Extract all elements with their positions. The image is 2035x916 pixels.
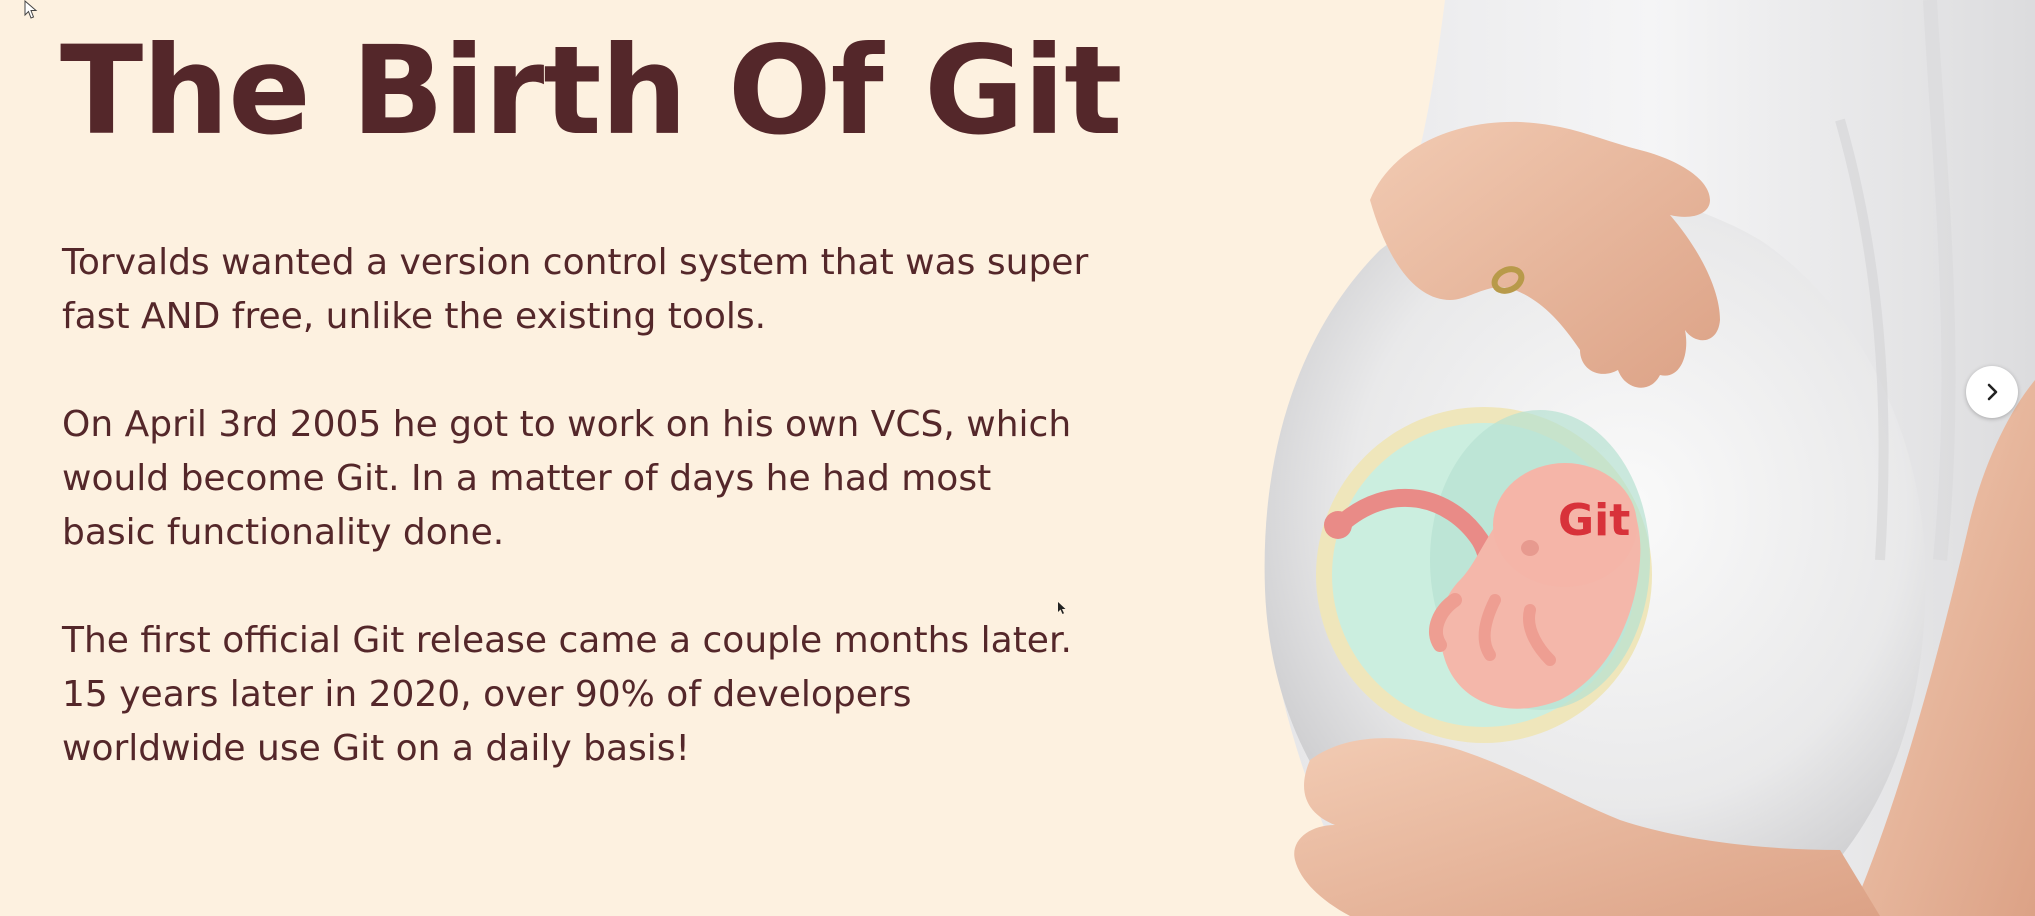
text-line: fast AND free, unlike the existing tools…: [62, 296, 767, 337]
text-line: The first official Git release came a co…: [62, 620, 1072, 661]
text-line: 15 years later in 2020, over 90% of deve…: [62, 674, 912, 715]
next-slide-button[interactable]: [1966, 366, 2018, 418]
paragraph-3: The first official Git release came a co…: [62, 614, 1072, 776]
text-line: On April 3rd 2005 he got to work on his …: [62, 404, 1072, 445]
slide: The Birth Of Git Torvalds wanted a versi…: [0, 0, 2035, 916]
chevron-right-icon: [1987, 383, 1998, 401]
pregnant-belly-photo: Git: [1264, 0, 2035, 916]
mouse-pointer-icon: [1058, 602, 1066, 614]
text-line: Torvalds wanted a version control system…: [62, 242, 1089, 283]
embryo-git-label: Git: [1558, 495, 1630, 546]
slide-title: The Birth Of Git: [60, 20, 1122, 162]
paragraph-1: Torvalds wanted a version control system…: [62, 236, 1089, 344]
text-line: would become Git. In a matter of days he…: [62, 458, 992, 499]
slide-body: Torvalds wanted a version control system…: [62, 236, 1089, 776]
mouse-cursor-icon: [24, 0, 38, 19]
text-line: worldwide use Git on a daily basis!: [62, 728, 690, 769]
paragraph-2: On April 3rd 2005 he got to work on his …: [62, 398, 1072, 560]
text-line: basic functionality done.: [62, 512, 505, 553]
